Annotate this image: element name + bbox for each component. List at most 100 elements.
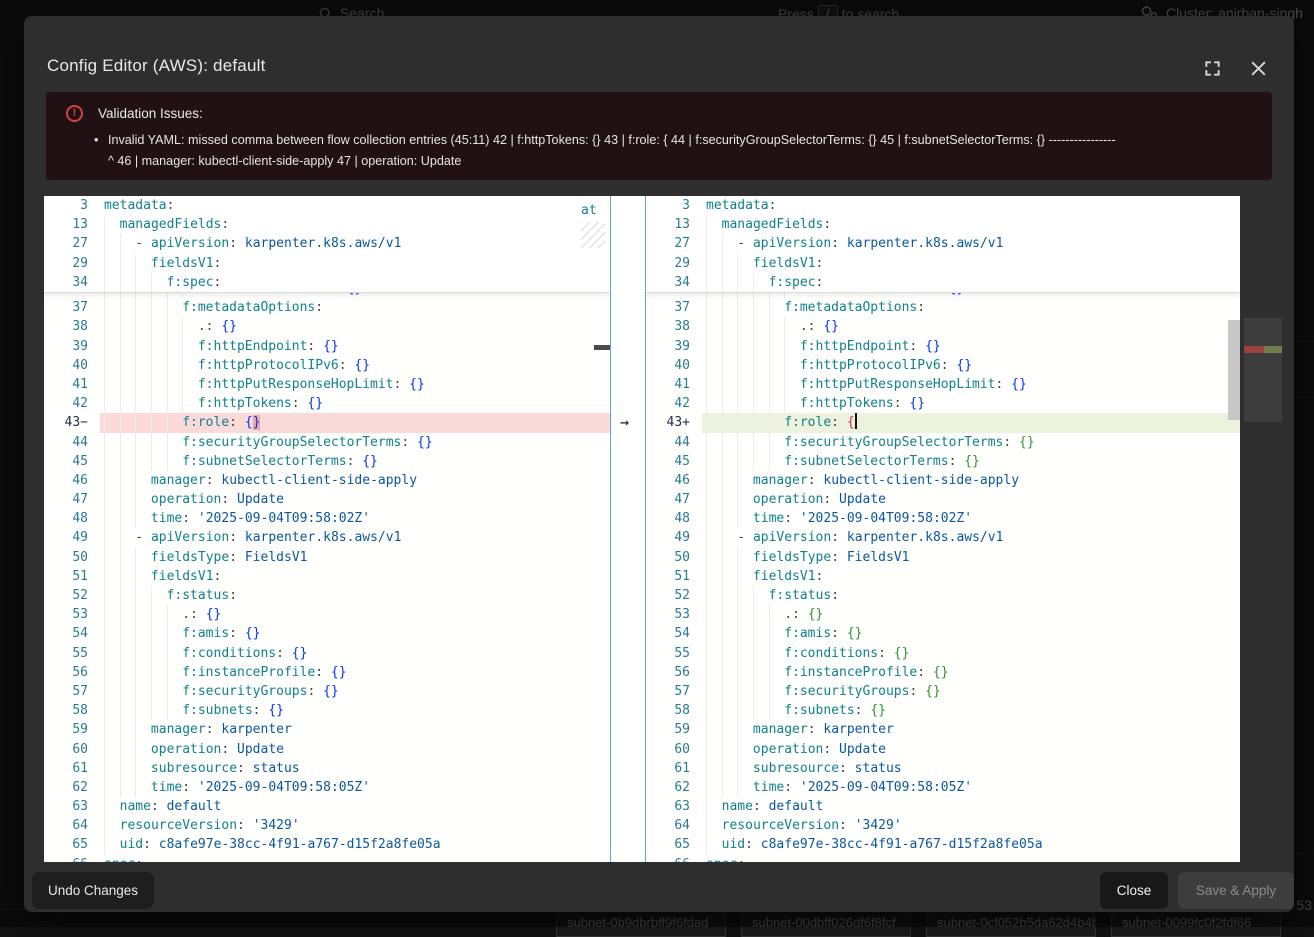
code-text[interactable]: time: '2025-09-04T09:58:05Z' — [100, 778, 610, 797]
code-text[interactable]: time: '2025-09-04T09:58:05Z' — [702, 778, 1240, 797]
code-text[interactable]: f:securityGroups: {} — [100, 682, 610, 701]
line-number[interactable]: 58 — [44, 701, 100, 720]
code-text[interactable]: managedFields: — [702, 215, 1240, 234]
line-number[interactable]: 66 — [44, 855, 100, 862]
line-number[interactable]: 37 — [646, 298, 702, 317]
code-text[interactable]: f:instanceProfile: {} — [100, 663, 610, 682]
code-text[interactable]: manager: karpenter — [100, 720, 610, 739]
overview-ruler-slider[interactable] — [1244, 318, 1282, 422]
code-text[interactable]: spec: — [702, 855, 1240, 862]
code-text[interactable]: manager: karpenter — [702, 720, 1240, 739]
line-number[interactable]: 29 — [646, 254, 702, 273]
code-text[interactable]: f:metadataOptions: — [702, 298, 1240, 317]
line-number[interactable]: 38 — [646, 317, 702, 336]
line-number[interactable]: 63 — [646, 797, 702, 816]
line-number[interactable]: 39 — [646, 337, 702, 356]
code-text[interactable]: time: '2025-09-04T09:58:02Z' — [702, 509, 1240, 528]
line-number[interactable]: 46 — [44, 471, 100, 490]
code-text[interactable]: f:httpPutResponseHopLimit: {} — [100, 375, 610, 394]
line-number[interactable]: 27 — [646, 234, 702, 253]
line-number[interactable]: 60 — [44, 740, 100, 759]
code-text[interactable]: operation: Update — [100, 740, 610, 759]
line-number[interactable]: 54 — [646, 624, 702, 643]
code-text[interactable]: f:role: { — [702, 413, 1240, 432]
line-number[interactable]: 57 — [646, 682, 702, 701]
code-text[interactable]: spec: — [100, 855, 610, 862]
line-number[interactable]: 65 — [646, 835, 702, 854]
line-number[interactable]: 44 — [44, 433, 100, 452]
line-number[interactable]: 50 — [646, 548, 702, 567]
code-text[interactable]: - apiVersion: karpenter.k8s.aws/v1 — [702, 234, 1240, 253]
line-number[interactable]: 45 — [646, 452, 702, 471]
line-number[interactable]: 13 — [646, 215, 702, 234]
line-number[interactable]: 51 — [44, 567, 100, 586]
code-text[interactable]: f:httpProtocolIPv6: {} — [100, 356, 610, 375]
revert-change-arrow[interactable]: → — [620, 413, 629, 431]
line-number[interactable]: 3 — [44, 196, 100, 215]
line-number[interactable]: 52 — [44, 586, 100, 605]
line-number[interactable]: 45 — [44, 452, 100, 471]
code-text[interactable]: .: {} — [702, 605, 1240, 624]
code-text[interactable]: fieldsType: FieldsV1 — [100, 548, 610, 567]
line-number[interactable]: 64 — [646, 816, 702, 835]
close-button[interactable]: Close — [1100, 872, 1168, 909]
code-text[interactable]: resourceVersion: '3429' — [100, 816, 610, 835]
line-number[interactable]: 42 — [44, 394, 100, 413]
code-text[interactable]: f:httpPutResponseHopLimit: {} — [702, 375, 1240, 394]
code-text[interactable]: fieldsV1: — [702, 254, 1240, 273]
code-text[interactable]: subresource: status — [100, 759, 610, 778]
code-text[interactable]: operation: Update — [702, 490, 1240, 509]
line-number[interactable]: 49 — [646, 528, 702, 547]
line-number[interactable]: 40 — [44, 356, 100, 375]
save-apply-button[interactable]: Save & Apply — [1178, 872, 1294, 909]
code-text[interactable]: f:httpTokens: {} — [702, 394, 1240, 413]
line-number[interactable]: 59 — [646, 720, 702, 739]
line-number[interactable]: 55 — [44, 644, 100, 663]
code-text[interactable]: fieldsV1: — [100, 254, 610, 273]
line-number[interactable]: 44 — [646, 433, 702, 452]
code-text[interactable]: fieldsV1: — [100, 567, 610, 586]
line-number[interactable]: 47 — [44, 490, 100, 509]
line-number[interactable]: 38 — [44, 317, 100, 336]
line-number[interactable]: 62 — [44, 778, 100, 797]
line-number[interactable]: 60 — [646, 740, 702, 759]
line-number[interactable]: 40 — [646, 356, 702, 375]
line-number[interactable]: 54 — [44, 624, 100, 643]
code-text[interactable]: manager: kubectl-client-side-apply — [702, 471, 1240, 490]
code-text[interactable]: managedFields: — [100, 215, 610, 234]
line-number[interactable]: 34 — [44, 273, 100, 292]
line-number[interactable]: 61 — [646, 759, 702, 778]
line-number[interactable]: 34 — [646, 273, 702, 292]
code-text[interactable]: f:status: — [702, 586, 1240, 605]
line-number[interactable]: 37 — [44, 298, 100, 317]
code-text[interactable]: f:securityGroupSelectorTerms: {} — [100, 433, 610, 452]
code-text[interactable]: - apiVersion: karpenter.k8s.aws/v1 — [702, 528, 1240, 547]
code-text[interactable]: name: default — [100, 797, 610, 816]
line-number[interactable]: 27 — [44, 234, 100, 253]
code-text[interactable]: .: {} — [100, 317, 610, 336]
code-text[interactable]: time: '2025-09-04T09:58:02Z' — [100, 509, 610, 528]
line-number[interactable]: 48 — [646, 509, 702, 528]
line-number[interactable]: 53 — [646, 605, 702, 624]
code-text[interactable]: f:securityGroupSelectorTerms: {} — [702, 433, 1240, 452]
fullscreen-button[interactable] — [1200, 56, 1224, 80]
code-text[interactable]: fieldsType: FieldsV1 — [702, 548, 1240, 567]
line-number[interactable]: 43− — [44, 413, 100, 432]
line-number[interactable]: 39 — [44, 337, 100, 356]
code-text[interactable]: f:metadataOptions: — [100, 298, 610, 317]
line-number[interactable]: 58 — [646, 701, 702, 720]
code-text[interactable]: f:subnets: {} — [702, 701, 1240, 720]
code-text[interactable]: f:spec: — [702, 273, 1240, 292]
line-number[interactable]: 49 — [44, 528, 100, 547]
line-number[interactable]: 56 — [646, 663, 702, 682]
code-text[interactable]: f:httpEndpoint: {} — [100, 337, 610, 356]
undo-changes-button[interactable]: Undo Changes — [32, 872, 154, 909]
code-text[interactable]: .: {} — [702, 317, 1240, 336]
code-text[interactable]: subresource: status — [702, 759, 1240, 778]
code-text[interactable]: f:httpEndpoint: {} — [702, 337, 1240, 356]
code-text[interactable]: f:conditions: {} — [100, 644, 610, 663]
diff-pane-modified[interactable]: 36f:instanceProfile: {}37f:metadataOptio… — [646, 196, 1240, 862]
code-text[interactable]: metadata: — [702, 196, 1240, 215]
line-number[interactable]: 59 — [44, 720, 100, 739]
code-text[interactable]: operation: Update — [702, 740, 1240, 759]
